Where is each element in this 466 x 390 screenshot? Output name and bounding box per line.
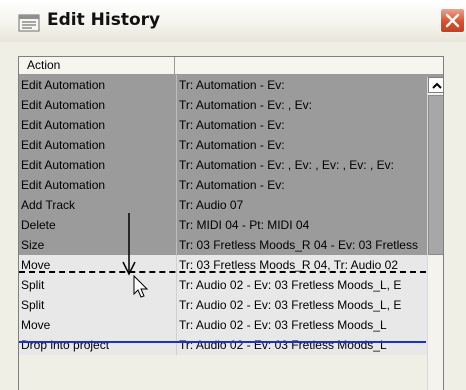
vertical-scrollbar[interactable] (427, 77, 443, 390)
chevron-up-icon (432, 82, 442, 89)
detail-cell: Tr: 03 Fretless Moods_R 04 - Ev: 03 Fret… (176, 235, 424, 255)
scroll-thumb[interactable] (428, 95, 443, 255)
detail-cell: Tr: Audio 02 - Ev: 03 Fretless Moods_L, … (176, 275, 424, 295)
column-header-detail[interactable] (176, 57, 426, 74)
detail-cell: Tr: Automation - Ev: (176, 135, 424, 155)
detail-cell: Tr: Automation - Ev: , Ev: (176, 95, 424, 115)
list-icon (18, 14, 40, 32)
detail-cell: Tr: Automation - Ev: (176, 115, 424, 135)
detail-cell: Tr: Automation - Ev: (176, 75, 424, 95)
title-bar[interactable]: Edit History (0, 0, 466, 42)
close-icon (445, 13, 460, 28)
scroll-up-button[interactable] (428, 77, 443, 93)
detail-cell: Tr: Audio 02 - Ev: 03 Fretless Moods_L, … (176, 295, 424, 315)
detail-cell: Tr: Audio 02 - Ev: 03 Fretless Moods_L (176, 335, 424, 355)
mouse-pointer-icon (133, 274, 149, 298)
drag-overlay (122, 213, 149, 298)
detail-cell: Tr: Audio 02 - Ev: 03 Fretless Moods_L (176, 315, 424, 335)
detail-cell: Tr: Automation - Ev: (176, 175, 424, 195)
edit-history-window: Edit History Action Edit Automation Tr: A… (0, 0, 466, 390)
window-title: Edit History (47, 10, 161, 30)
detail-cell: Tr: MIDI 04 - Pt: MIDI 04 (176, 215, 424, 235)
close-button[interactable] (440, 8, 465, 33)
down-arrow-icon (122, 213, 136, 276)
detail-cell: Tr: Automation - Ev: , Ev: , Ev: , Ev: ,… (176, 155, 424, 175)
history-list[interactable]: Action Edit Automation Tr: Automation - E… (18, 56, 444, 390)
detail-cell: Tr: Audio 07 (176, 195, 424, 215)
